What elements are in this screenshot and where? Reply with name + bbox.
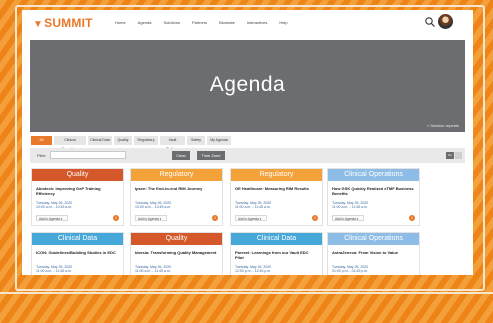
card-category-header: Clinical Operations	[328, 169, 419, 181]
add-to-agenda-button[interactable]: Add to Agenda ▾	[36, 215, 68, 221]
card-title[interactable]: AstraZeneca: From Vision to Value	[328, 245, 419, 262]
card-title[interactable]: Idorsia: Transforming Quality Management	[131, 245, 222, 262]
time-zone-button[interactable]: Time Zone	[197, 151, 225, 160]
card-footer: Add to Agenda ▾ i	[36, 215, 119, 221]
agenda-hero-banner: Agenda » Session repeats	[30, 40, 465, 132]
card-title[interactable]: Abiotech: Improving GxP Training Efficie…	[32, 181, 123, 198]
tab-quality[interactable]: Quality	[114, 136, 132, 145]
card-category-header: Quality	[32, 169, 123, 181]
card-title[interactable]: Ipsen: The End-to-end RIM Journey	[131, 181, 222, 198]
tab-clinical-data[interactable]: Clinical Data	[88, 136, 112, 145]
card-category-header: Regulatory	[131, 169, 222, 181]
session-card[interactable]: Regulatory GE Healthcare: Measuring RIM R…	[230, 168, 323, 226]
card-date: Tuesday, May 26, 2020	[235, 265, 272, 269]
card-title[interactable]: Parexel: Learnings from our Vault EDC Pi…	[231, 245, 322, 262]
page-title: Agenda	[209, 73, 286, 96]
summit-logo[interactable]: ▼SUMMIT	[33, 16, 93, 30]
add-to-agenda-button[interactable]: Add to Agenda ▾	[332, 215, 364, 221]
nav-item-help[interactable]: Help	[279, 20, 287, 25]
tab-safety[interactable]: Safety	[187, 136, 205, 145]
card-time: 10:00 a.m. - 10:45 a.m.	[36, 205, 73, 209]
desk-line	[0, 292, 493, 294]
tab-vault-platform[interactable]: Vault Platform	[160, 136, 185, 151]
card-title[interactable]: How GSK Quickly Realized eTMF Business B…	[328, 181, 419, 198]
main-nav: Home Agenda Solutions Partners Biorelate Inte…	[115, 20, 300, 25]
avatar[interactable]	[438, 14, 453, 29]
browser-screen: ▼SUMMIT Home Agenda Solutions Partners Biore…	[22, 10, 473, 275]
info-icon[interactable]: i	[113, 215, 119, 221]
nav-item-agenda[interactable]: Agenda	[138, 20, 152, 25]
session-repeats-link[interactable]: » Session repeats	[427, 123, 459, 128]
add-to-agenda-button[interactable]: Add to Agenda ▾	[235, 215, 267, 221]
clear-button[interactable]: Clear	[172, 151, 190, 160]
card-date: Tuesday, May 26, 2020	[135, 265, 172, 269]
session-card[interactable]: Quality Idorsia: Transforming Quality Man…	[130, 232, 223, 275]
info-icon[interactable]: i	[409, 215, 415, 221]
session-card[interactable]: Quality Abiotech: Improving GxP Training …	[31, 168, 124, 226]
category-tabs: All SessionsClinical OperationsClinical …	[31, 136, 233, 151]
card-footer: Add to Agenda ▾ i	[332, 215, 415, 221]
session-card[interactable]: Regulatory Ipsen: The End-to-end RIM Jour…	[130, 168, 223, 226]
card-date: Tuesday, May 26, 2020	[36, 201, 73, 205]
tab-regulatory[interactable]: Regulatory	[134, 136, 158, 145]
card-category-header: Regulatory	[231, 169, 322, 181]
card-time: 01:00 p.m. - 01:45 p.m.	[332, 269, 369, 273]
logo-text: SUMMIT	[44, 16, 93, 30]
tab-my-agenda[interactable]: My Agenda	[207, 136, 231, 145]
nav-item-biorelate[interactable]: Biorelate	[219, 20, 235, 25]
session-card[interactable]: Clinical Data Parexel: Learnings from our…	[230, 232, 323, 275]
filter-bar: Filter Clear Time Zone On	[30, 148, 465, 163]
tab-all-sessions[interactable]: All Sessions	[31, 136, 52, 151]
card-category-header: Quality	[131, 233, 222, 245]
nav-item-interactives[interactable]: Interactives	[247, 20, 267, 25]
card-time: 11:00 a.m. - 11:45 a.m.	[332, 205, 368, 209]
info-icon[interactable]: i	[312, 215, 318, 221]
card-footer: Add to Agenda ▾ i	[235, 215, 318, 221]
session-card[interactable]: Clinical Operations How GSK Quickly Reali…	[327, 168, 420, 226]
search-icon[interactable]	[424, 16, 436, 28]
card-time: 10:00 a.m. - 10:45 a.m.	[135, 205, 172, 209]
filter-input[interactable]	[50, 151, 126, 159]
nav-item-solutions[interactable]: Solutions	[163, 20, 179, 25]
session-card[interactable]: Clinical Data ICON: Guidelines/Building S…	[31, 232, 124, 275]
card-time: 11:00 a.m. - 11:45 a.m.	[235, 205, 271, 209]
site-header: ▼SUMMIT Home Agenda Solutions Partners Biore…	[22, 10, 473, 36]
view-toggle-off[interactable]	[455, 152, 462, 159]
view-toggle-on[interactable]: On	[446, 152, 454, 159]
card-category-header: Clinical Operations	[328, 233, 419, 245]
card-date: Tuesday, May 26, 2020	[332, 265, 369, 269]
card-date: Tuesday, May 26, 2020	[332, 201, 369, 205]
card-date: Tuesday, May 26, 2020	[135, 201, 172, 205]
session-card[interactable]: Clinical Operations AstraZeneca: From Vis…	[327, 232, 420, 275]
logo-mark-icon: ▼	[33, 19, 44, 30]
filter-label: Filter	[37, 153, 46, 158]
tab-clinical-operations[interactable]: Clinical Operations	[54, 136, 86, 151]
card-date: Tuesday, May 26, 2020	[235, 201, 272, 205]
add-to-agenda-button[interactable]: Add to Agenda ▾	[135, 215, 167, 221]
nav-item-partners[interactable]: Partners	[192, 20, 207, 25]
info-icon[interactable]: i	[212, 215, 218, 221]
card-title[interactable]: ICON: Guidelines/Building Studies in EDC	[32, 245, 123, 262]
card-category-header: Clinical Data	[231, 233, 322, 245]
card-time: 12:00 p.m. - 12:45 p.m.	[235, 269, 272, 273]
card-title[interactable]: GE Healthcare: Measuring RIM Results	[231, 181, 322, 198]
card-time: 11:00 a.m. - 11:45 a.m.	[36, 269, 72, 273]
nav-item-home[interactable]: Home	[115, 20, 126, 25]
card-time: 11:00 a.m. - 11:45 a.m.	[135, 269, 171, 273]
card-footer: Add to Agenda ▾ i	[135, 215, 218, 221]
card-category-header: Clinical Data	[32, 233, 123, 245]
card-date: Tuesday, May 26, 2020	[36, 265, 73, 269]
